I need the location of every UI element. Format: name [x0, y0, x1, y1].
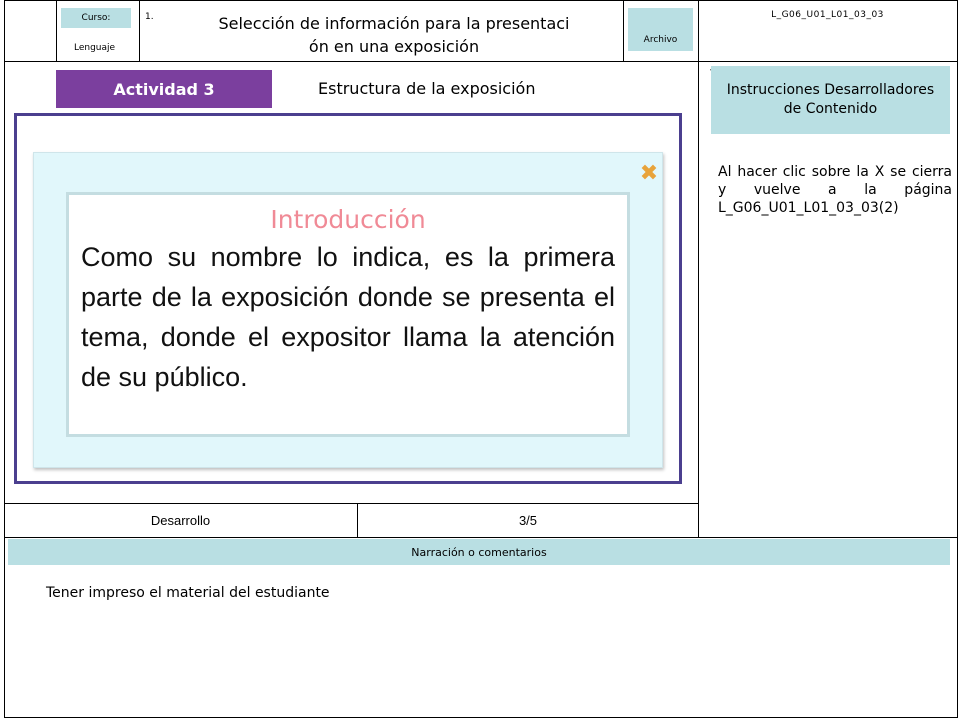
narration-label: Narración o comentarios: [8, 539, 950, 565]
frame-right: [957, 0, 958, 718]
instructions-title: Instrucciones Desarrolladores de Conteni…: [711, 66, 950, 134]
frame-left: [4, 0, 5, 718]
right-column-divider: [698, 61, 699, 537]
section-name: Desarrollo: [150, 513, 211, 528]
header-col-2: [139, 0, 140, 61]
page-title: Selección de información para la present…: [168, 12, 620, 58]
frame-bottom: [4, 717, 958, 718]
header-col-1: [56, 0, 57, 61]
activity-subtitle: Estructura de la exposición: [318, 79, 536, 98]
page-number: 3/5: [518, 513, 538, 528]
page-title-line-1: Selección de información para la present…: [218, 14, 570, 33]
course-label: Curso:: [61, 8, 131, 28]
instructions-text: Al hacer clic sobre la X se cierra y vue…: [718, 164, 952, 216]
course-value: Lenguaje: [74, 43, 116, 53]
file-code: L_G06_U01_L01_03_03: [771, 10, 884, 20]
frame-top: [4, 0, 958, 1]
header-col-4: [698, 0, 699, 61]
activity-badge: Actividad 3: [56, 70, 272, 108]
popup-content: Introducción Como su nombre lo indica, e…: [66, 192, 630, 437]
popup-heading: Introducción: [270, 205, 426, 234]
header-col-3: [623, 0, 624, 61]
item-number: 1.: [145, 12, 154, 22]
header-divider: [4, 61, 958, 62]
popup-body: Como su nombre lo indica, es la primera …: [81, 242, 615, 392]
narration-top: [4, 537, 958, 538]
close-icon[interactable]: ✖: [636, 160, 662, 186]
narration-text: Tener impreso el material del estudiante: [46, 585, 330, 601]
page-title-line-2: ón en una exposición: [308, 37, 480, 56]
file-label: Archivo: [628, 8, 693, 51]
